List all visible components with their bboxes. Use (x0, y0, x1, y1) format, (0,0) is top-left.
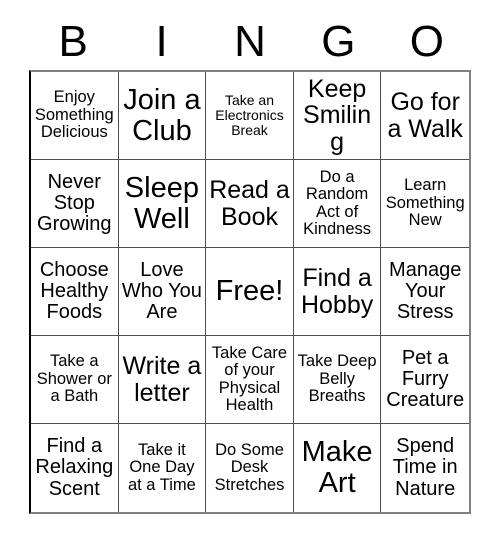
bingo-cell[interactable]: Keep Smiling (293, 72, 382, 160)
bingo-cell-label: Love Who You Are (121, 258, 202, 324)
header-letter-b: B (58, 17, 88, 66)
bingo-cell-label: Free! (215, 275, 284, 308)
bingo-cell-label: Take Care of your Physical Health (211, 343, 288, 414)
bingo-cell-label: Pet a Furry Creature (386, 346, 465, 412)
bingo-cell[interactable]: Write a letter (118, 336, 207, 424)
bingo-cell-label: Take Deep Belly Breaths (297, 352, 377, 406)
bingo-cell[interactable]: Pet a Furry Creature (381, 336, 469, 424)
bingo-cell-label: Sleep Well (124, 171, 199, 235)
bingo-cell[interactable]: Read a Book (206, 160, 294, 248)
bingo-cell-free[interactable]: Free! (206, 248, 294, 336)
bingo-cell[interactable]: Find a Hobby (293, 248, 382, 336)
bingo-cell-label: Take a Shower or a Bath (36, 352, 112, 406)
bingo-cell[interactable]: Do Some Desk Stretches (206, 424, 294, 512)
bingo-cell[interactable]: Enjoy Something Delicious (31, 72, 119, 160)
bingo-cell-label: Enjoy Something Delicious (34, 88, 114, 142)
bingo-cell[interactable]: Choose Healthy Foods (31, 248, 119, 336)
bingo-cell-label: Go for a Walk (387, 88, 463, 143)
bingo-cell[interactable]: Love Who You Are (118, 248, 207, 336)
header-letter-n: N (234, 17, 266, 66)
bingo-cell[interactable]: Learn Something New (381, 160, 469, 248)
bingo-cell[interactable]: Never Stop Growing (31, 160, 119, 248)
bingo-cell[interactable]: Find a Relaxing Scent (31, 424, 119, 512)
bingo-cell[interactable]: Spend Time in Nature (381, 424, 469, 512)
bingo-cell-label: Do Some Desk Stretches (214, 440, 285, 494)
bingo-cell-label: Make Art (301, 436, 373, 499)
bingo-cell[interactable]: Do a Random Act of Kindness (293, 160, 382, 248)
bingo-cell[interactable]: Take an Electronics Break (206, 72, 294, 160)
bingo-cell-label: Manage Your Stress (389, 258, 462, 324)
bingo-cell-label: Spend Time in Nature (392, 435, 458, 500)
bingo-cell-label: Take it One Day at a Time (127, 440, 196, 494)
bingo-cell-label: Choose Healthy Foods (39, 258, 109, 324)
bingo-cell-label: Join a Club (123, 83, 201, 147)
bingo-cell[interactable]: Join a Club (118, 72, 207, 160)
bingo-cell-label: Keep Smiling (303, 74, 372, 156)
bingo-cell[interactable]: Manage Your Stress (381, 248, 469, 336)
bingo-cell-label: Learn Something New (385, 176, 465, 230)
bingo-cell[interactable]: Take it One Day at a Time (118, 424, 207, 512)
bingo-card: B I N G O Enjoy Something Delicious Join … (0, 0, 500, 544)
bingo-cell[interactable]: Take a Shower or a Bath (31, 336, 119, 424)
bingo-cell[interactable]: Make Art (293, 424, 382, 512)
header-letter-g: G (321, 17, 356, 66)
bingo-cell-label: Never Stop Growing (37, 170, 112, 236)
header-letter-i: I (155, 17, 168, 66)
bingo-cell[interactable]: Take Deep Belly Breaths (293, 336, 382, 424)
bingo-cell-label: Write a letter (122, 352, 202, 407)
bingo-header: B I N G O (29, 14, 471, 70)
bingo-cell-label: Read a Book (209, 176, 290, 231)
bingo-grid: Enjoy Something Delicious Join a Club Take… (29, 70, 471, 514)
bingo-cell[interactable]: Sleep Well (118, 160, 207, 248)
bingo-cell-label: Do a Random Act of Kindness (303, 167, 372, 238)
bingo-cell-label: Find a Relaxing Scent (35, 435, 114, 500)
header-letter-o: O (409, 17, 444, 66)
bingo-cell-label: Take an Electronics Break (215, 92, 284, 138)
bingo-cell[interactable]: Go for a Walk (381, 72, 469, 160)
bingo-cell-label: Find a Hobby (300, 264, 374, 319)
bingo-cell[interactable]: Take Care of your Physical Health (206, 336, 294, 424)
